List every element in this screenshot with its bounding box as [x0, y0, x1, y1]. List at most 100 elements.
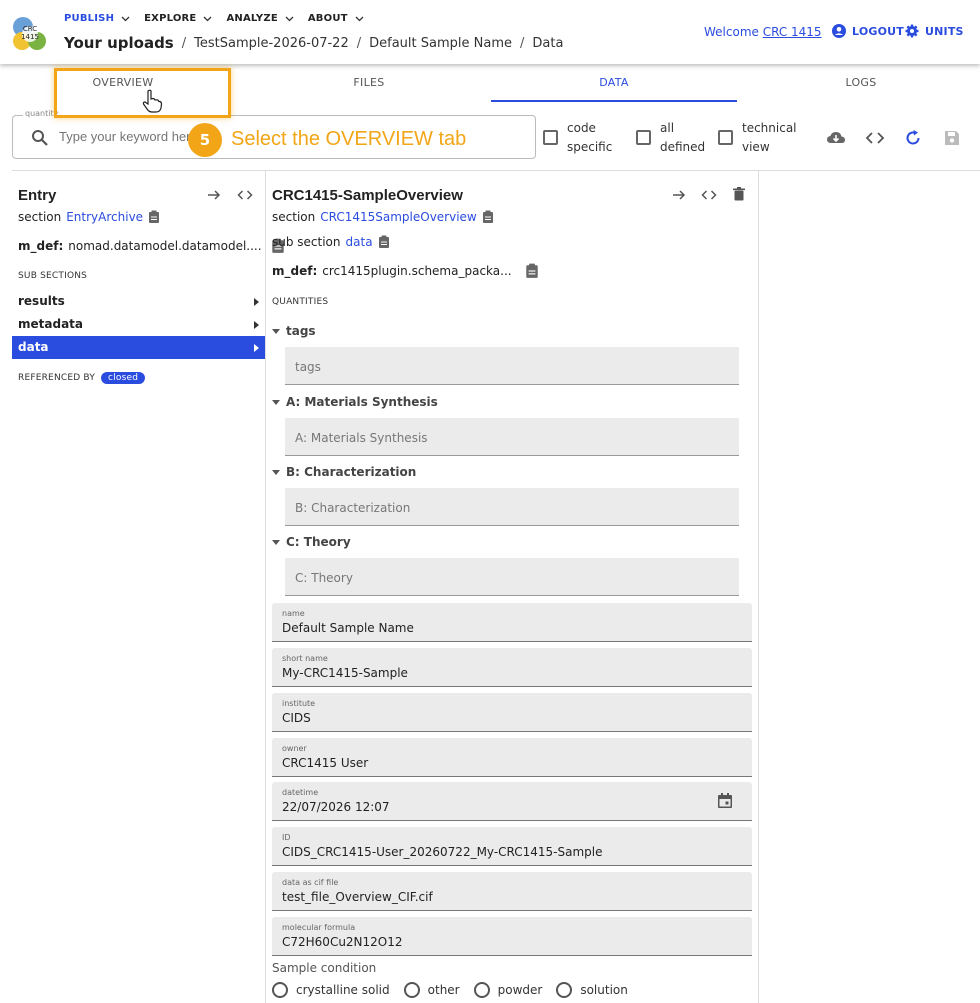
crc1415-logo[interactable]: CRC 1415	[11, 14, 49, 52]
tab-logs[interactable]: LOGS	[738, 64, 980, 102]
group-materials-synthesis-header[interactable]: A: Materials Synthesis	[272, 395, 438, 409]
group-theory-header[interactable]: C: Theory	[272, 535, 351, 549]
logo-text-line2: 1415	[21, 33, 39, 41]
clipboard-icon[interactable]	[378, 235, 390, 249]
breadcrumb-root[interactable]: Your uploads	[64, 34, 174, 52]
nav-publish[interactable]: PUBLISH	[64, 13, 130, 24]
group-tags-placeholder: tags	[295, 360, 321, 374]
entry-mdef-label: m_def:	[18, 239, 64, 253]
save-icon[interactable]	[942, 128, 962, 148]
referenced-by-label: REFERENCED BY	[18, 373, 96, 383]
entry-section-label: section	[18, 210, 62, 224]
institute-field[interactable]: institute CIDS	[272, 693, 752, 732]
overview-subsection-link[interactable]: data	[346, 235, 373, 249]
radio-solution[interactable]: solution	[556, 982, 628, 998]
molecular-formula-field-label: molecular formula	[282, 923, 356, 932]
tutorial-step-badge: 5	[188, 123, 222, 157]
subsection-data[interactable]: data	[12, 336, 265, 359]
entry-section-link[interactable]: EntryArchive	[66, 210, 143, 224]
clipboard-icon[interactable]	[482, 210, 494, 224]
overview-section-link[interactable]: CRC1415SampleOverview	[320, 210, 477, 224]
filter-code-specific-line1: code	[567, 121, 596, 135]
nav-explore[interactable]: EXPLORE	[144, 13, 212, 24]
clipboard-icon[interactable]	[525, 263, 539, 279]
all-defined-checkbox[interactable]	[636, 130, 651, 145]
arrow-right-icon[interactable]	[671, 187, 687, 203]
radio-circle-icon	[473, 982, 490, 998]
name-field[interactable]: name Default Sample Name	[272, 603, 752, 642]
filter-all-defined[interactable]: all defined	[636, 119, 705, 157]
tab-data-label: DATA	[599, 76, 629, 89]
group-materials-synthesis-input[interactable]: A: Materials Synthesis	[285, 418, 739, 456]
name-field-value: Default Sample Name	[282, 621, 414, 635]
group-materials-synthesis-placeholder: A: Materials Synthesis	[295, 431, 428, 445]
referenced-by-row: REFERENCED BY closed	[18, 372, 146, 384]
breadcrumb-separator: /	[356, 35, 362, 51]
overview-mdef-label: m_def:	[272, 264, 318, 278]
id-field-value: CIDS_CRC1415-User_20260722_My-CRC1415-Sa…	[282, 845, 603, 859]
search-icon	[32, 130, 48, 146]
clipboard-icon[interactable]	[148, 210, 160, 224]
collapse-triangle-icon	[272, 328, 280, 334]
overview-subsection-label: sub section	[272, 235, 341, 249]
welcome-prefix: Welcome	[704, 25, 759, 39]
owner-field-value: CRC1415 User	[282, 756, 369, 770]
nav-explore-label: EXPLORE	[144, 13, 197, 24]
overview-subsection-row: sub section data	[272, 235, 390, 249]
subsection-metadata[interactable]: metadata	[12, 313, 265, 336]
trash-icon[interactable]	[731, 186, 747, 202]
molecular-formula-field[interactable]: molecular formula C72H60Cu2N12O12	[272, 917, 752, 956]
filter-code-specific[interactable]: code specific	[543, 119, 612, 157]
radio-crystalline-solid[interactable]: crystalline solid	[272, 982, 390, 998]
welcome-user-link[interactable]: CRC 1415	[763, 25, 822, 39]
group-materials-synthesis-label: A: Materials Synthesis	[286, 395, 438, 409]
calendar-icon[interactable]	[716, 792, 734, 810]
cif-file-field[interactable]: data as cif file test_file_Overview_CIF.c…	[272, 872, 752, 911]
group-tags-header[interactable]: tags	[272, 324, 316, 338]
datetime-field[interactable]: datetime 22/07/2026 12:07	[272, 782, 752, 821]
logout-button[interactable]: LOGOUT	[832, 24, 904, 38]
referenced-by-chip[interactable]: closed	[101, 372, 146, 384]
cloud-download-icon[interactable]	[826, 128, 846, 148]
chevron-down-icon	[204, 16, 212, 21]
subsection-results-label: results	[18, 294, 65, 308]
nav-about[interactable]: ABOUT	[308, 13, 364, 24]
nav-analyze[interactable]: ANALYZE	[226, 13, 294, 24]
code-specific-checkbox[interactable]	[543, 130, 558, 145]
reload-icon[interactable]	[903, 128, 923, 148]
group-theory-placeholder: C: Theory	[295, 571, 353, 585]
radio-other[interactable]: other	[403, 982, 460, 998]
group-characterization-header[interactable]: B: Characterization	[272, 465, 416, 479]
sample-condition-label: Sample condition	[272, 961, 377, 975]
subsection-results[interactable]: results	[12, 290, 265, 313]
tab-data[interactable]: DATA	[491, 64, 737, 102]
group-characterization-input[interactable]: B: Characterization	[285, 488, 739, 526]
chevron-down-icon	[355, 16, 364, 21]
breadcrumb-upload[interactable]: TestSample-2026-07-22	[194, 36, 349, 51]
technical-view-checkbox[interactable]	[718, 130, 733, 145]
radio-powder[interactable]: powder	[473, 982, 543, 998]
breadcrumb-entry[interactable]: Default Sample Name	[369, 36, 512, 51]
tab-files[interactable]: FILES	[246, 64, 492, 102]
arrow-right-icon[interactable]	[206, 187, 222, 203]
search-input[interactable]	[59, 129, 199, 144]
filter-technical-view[interactable]: technical view	[718, 119, 797, 157]
short-name-field[interactable]: short name My-CRC1415-Sample	[272, 648, 752, 687]
radio-powder-label: powder	[497, 983, 543, 997]
id-field[interactable]: ID CIDS_CRC1415-User_20260722_My-CRC1415-…	[272, 827, 752, 866]
group-theory-input[interactable]: C: Theory	[285, 558, 739, 596]
short-name-field-value: My-CRC1415-Sample	[282, 666, 408, 680]
code-icon[interactable]	[701, 187, 717, 203]
units-button[interactable]: UNITS	[905, 24, 964, 38]
radio-crystalline-solid-label: crystalline solid	[296, 983, 390, 997]
group-tags-input[interactable]: tags	[285, 347, 739, 385]
gear-icon	[905, 24, 919, 38]
sample-condition-options: crystalline solid other powder solution	[272, 982, 628, 998]
owner-field[interactable]: owner CRC1415 User	[272, 738, 752, 777]
entry-mdef-value: nomad.datamodel.datamodel....	[68, 239, 262, 253]
code-icon[interactable]	[237, 187, 253, 203]
overview-mdef-row: m_def: crc1415plugin.schema_packa...	[272, 263, 539, 279]
code-icon[interactable]	[865, 128, 885, 148]
collapse-triangle-icon	[272, 539, 280, 545]
group-theory-label: C: Theory	[286, 535, 351, 549]
